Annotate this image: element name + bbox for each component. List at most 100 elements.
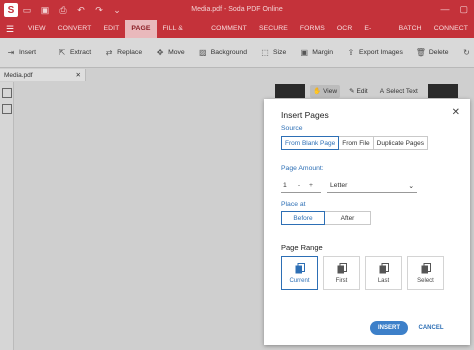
export-images-icon: ⇪ <box>347 48 355 57</box>
page-range-label: Current <box>289 277 310 284</box>
dialog-title: Insert Pages <box>281 110 329 120</box>
move-tool-button[interactable]: ✥ Move <box>155 48 185 58</box>
minimize-icon[interactable]: — <box>440 4 449 15</box>
page-range-first[interactable]: First <box>323 256 360 290</box>
pencil-icon: ✎ <box>349 88 355 95</box>
title-bar: S ▭ ▣ ⎙ ↶ ↷ ⌄ Media.pdf - Soda PDF Onlin… <box>0 0 474 20</box>
extract-icon: ⇱ <box>58 48 66 57</box>
background-tool-button[interactable]: ▨ Background <box>198 48 247 58</box>
menu-secure[interactable]: SECURE <box>253 20 294 38</box>
menu-edit[interactable]: EDIT <box>97 20 125 38</box>
page-amount-label: Page Amount: <box>281 165 324 172</box>
text-cursor-icon: A <box>379 87 385 95</box>
page-range-label: Select <box>417 277 434 284</box>
margin-tool-button[interactable]: ▣ Margin <box>299 48 333 58</box>
document-tab-bar: Media.pdf ✕ <box>0 69 474 81</box>
dialog-close-icon[interactable]: ✕ <box>452 107 460 118</box>
maximize-icon[interactable]: ▢ <box>459 4 468 15</box>
page-size-select[interactable]: Letter ⌄ <box>327 179 417 193</box>
delete-icon: 🗑 <box>415 48 426 57</box>
page-toolbar: ⇥ Insert ⇱ Extract ⇄ Replace ✥ Move ▨ Background ⬚… <box>0 38 474 68</box>
page-range-label: First <box>335 277 348 284</box>
tool-label: Move <box>168 49 185 56</box>
edit-label: Edit <box>356 87 368 95</box>
edit-mode-button[interactable]: ✎ Edit <box>346 85 371 98</box>
page-stack-icon <box>337 262 347 273</box>
menu-e-sign[interactable]: E-SIGN <box>358 20 392 50</box>
size-tool-button[interactable]: ⬚ Size <box>260 48 286 58</box>
left-sidebar <box>0 82 14 350</box>
tool-label: Size <box>273 49 287 56</box>
place-at-label: Place at <box>281 201 306 208</box>
insert-tool-button[interactable]: ⇥ Insert <box>6 48 36 58</box>
decrement-button[interactable]: - <box>293 182 305 189</box>
cancel-button[interactable]: CANCEL <box>416 321 446 335</box>
insert-icon: ⇥ <box>7 48 15 57</box>
place-options: Before After <box>281 211 371 225</box>
page-range-label: Last <box>377 277 390 284</box>
size-icon: ⬚ <box>261 48 269 57</box>
replace-icon: ⇄ <box>105 48 113 57</box>
tool-label: Extract <box>70 49 92 56</box>
move-icon: ✥ <box>156 48 164 57</box>
tab-media-pdf[interactable]: Media.pdf ✕ <box>0 69 86 81</box>
extract-tool-button[interactable]: ⇱ Extract <box>57 48 92 58</box>
page-thumbnail <box>275 84 305 98</box>
page-stack-icon <box>295 262 305 273</box>
page-amount-value[interactable]: 1 <box>281 182 293 189</box>
insert-button[interactable]: INSERT <box>370 321 408 335</box>
delete-tool-button[interactable]: 🗑 Delete <box>416 48 449 58</box>
page-thumbnail <box>428 84 458 98</box>
tool-label: Replace <box>117 49 143 56</box>
page-amount-stepper[interactable]: 1 - + <box>281 179 321 193</box>
page-range-select[interactable]: Select <box>407 256 444 290</box>
tool-label: Delete <box>428 49 449 56</box>
page-stack-icon <box>421 262 431 273</box>
menu-batch[interactable]: BATCH <box>393 20 428 38</box>
page-amount-row: 1 - + Letter ⌄ <box>281 179 417 193</box>
source-label: Source <box>281 125 303 132</box>
menu-ocr[interactable]: OCR <box>331 20 358 38</box>
tool-label: Insert <box>19 49 36 56</box>
select-text-button[interactable]: A Select Text <box>377 85 421 98</box>
view-mode-button[interactable]: ✋ View <box>310 84 341 98</box>
tab-close-icon[interactable]: ✕ <box>76 71 81 79</box>
option-from-file[interactable]: From File <box>339 136 374 150</box>
page-size-value: Letter <box>330 182 348 189</box>
tool-label: Export Images <box>359 49 403 56</box>
menu-view[interactable]: VIEW <box>22 20 52 38</box>
menu-connect[interactable]: CONNECT <box>428 20 474 38</box>
rotate-icon: ↻ <box>463 48 470 57</box>
increment-button[interactable]: + <box>305 182 317 189</box>
menu-page[interactable]: PAGE <box>125 20 157 38</box>
tool-label: Background <box>210 49 247 56</box>
option-from-blank-page[interactable]: From Blank Page <box>281 136 340 150</box>
tool-label: Margin <box>312 49 334 56</box>
replace-tool-button[interactable]: ⇄ Replace <box>104 48 142 58</box>
rotate-tool-button[interactable]: ↻Rotate <box>462 48 474 58</box>
main-menu: ☰ VIEWCONVERTEDITPAGEFILL & SIGNCOMMENTS… <box>0 20 474 50</box>
menu-convert[interactable]: CONVERT <box>52 20 98 38</box>
export-images-tool-button[interactable]: ⇪ Export Images <box>346 48 403 58</box>
page-range-current[interactable]: Current <box>281 256 318 290</box>
insert-pages-dialog: Insert Pages ✕ Source From Blank Page Fro… <box>264 99 470 345</box>
page-stack-icon <box>379 262 389 273</box>
window-controls: — ▢ <box>440 4 468 15</box>
menu-comment[interactable]: COMMENT <box>205 20 253 38</box>
select-text-label: Select Text <box>386 87 418 95</box>
option-before[interactable]: Before <box>281 211 325 225</box>
option-after[interactable]: After <box>325 211 371 225</box>
page-range-label: Page Range <box>281 243 323 252</box>
background-icon: ▨ <box>198 48 207 57</box>
source-options: From Blank Page From File Duplicate Pages <box>281 136 429 150</box>
hamburger-menu-icon[interactable]: ☰ <box>6 24 22 35</box>
view-mode-bar: ✋ View ✎ Edit A Select Text <box>310 84 421 98</box>
page-range-options: Current First Last Select <box>281 256 444 290</box>
tab-label: Media.pdf <box>4 71 33 79</box>
menu-forms[interactable]: FORMS <box>294 20 331 38</box>
menu-fill-sign[interactable]: FILL & SIGN <box>157 20 206 50</box>
bookmarks-panel-icon[interactable] <box>2 104 12 114</box>
thumbnails-panel-icon[interactable] <box>2 88 12 98</box>
page-range-last[interactable]: Last <box>365 256 402 290</box>
option-duplicate-pages[interactable]: Duplicate Pages <box>373 136 429 150</box>
